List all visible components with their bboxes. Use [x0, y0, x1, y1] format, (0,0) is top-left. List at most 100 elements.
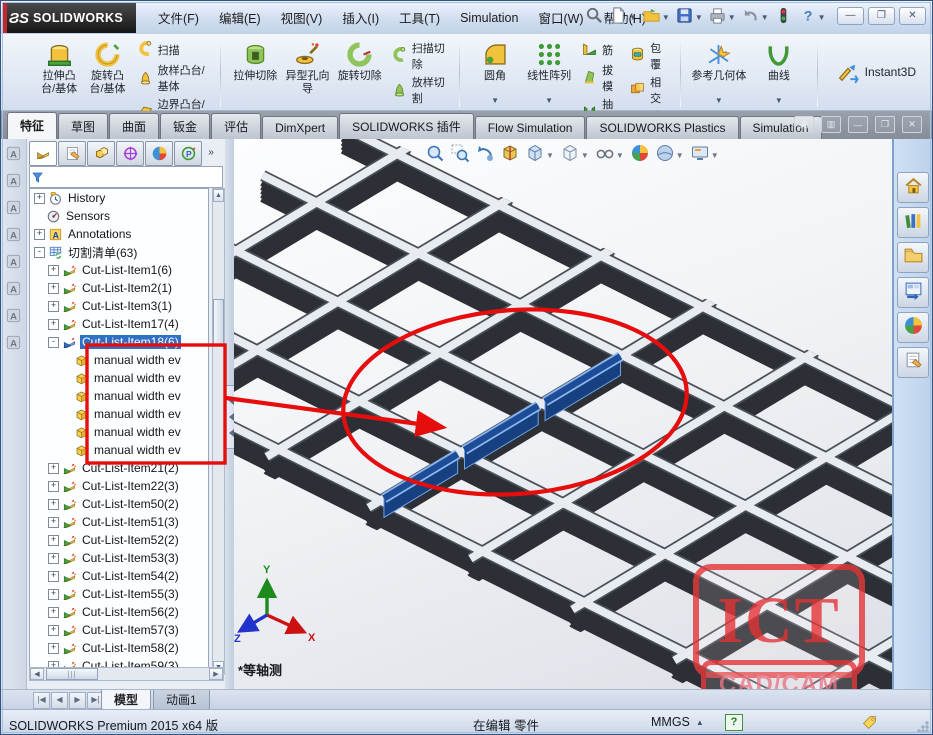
panel-tab-dimxpertmanager[interactable]: [116, 141, 144, 166]
expander-plus[interactable]: +: [34, 229, 45, 240]
note-tool-icon[interactable]: A: [4, 143, 24, 163]
ribbon-button-拉伸切除[interactable]: 拉伸切除: [229, 37, 281, 107]
tree-item-Cut-List-Item3(1)[interactable]: +Cut-List-Item3(1): [30, 297, 208, 315]
tree-vertical-scrollbar[interactable]: ▲ ▼: [212, 188, 225, 675]
lock-tool-icon[interactable]: A: [4, 278, 24, 298]
restore-button[interactable]: ❐: [868, 7, 895, 25]
previous-view-button[interactable]: [474, 142, 496, 169]
tab-DimXpert[interactable]: DimXpert: [262, 116, 338, 139]
ribbon-button-线性阵列[interactable]: 线性阵列▼: [522, 37, 576, 107]
design-library-button[interactable]: [897, 207, 929, 238]
tree-item-Cut-List-Item55(3)[interactable]: +Cut-List-Item55(3): [30, 585, 208, 603]
expander-plus[interactable]: +: [48, 319, 59, 330]
ribbon-button-参考几何体[interactable]: 参考几何体▼: [689, 37, 749, 107]
dropdown-caret-icon[interactable]: ▼: [818, 13, 826, 22]
dropdown-caret-icon[interactable]: ▼: [546, 151, 554, 160]
panel-right-toggle[interactable]: ▥: [821, 116, 841, 133]
scroll-right-arrow[interactable]: ▶: [209, 668, 223, 680]
undo-button[interactable]: ▼: [739, 4, 771, 32]
new-doc-button[interactable]: ▼: [607, 4, 639, 32]
resize-grip[interactable]: [917, 721, 929, 733]
panel-tab-motionmanager[interactable]: P: [174, 141, 202, 166]
ribbon-button-扫描[interactable]: 扫描: [134, 39, 211, 61]
dropdown-caret-icon[interactable]: ▼: [761, 13, 769, 22]
zoom-fit-button[interactable]: [424, 142, 446, 169]
save-button[interactable]: ▼: [673, 4, 705, 32]
dropdown-caret-icon[interactable]: ▼: [581, 151, 589, 160]
selection-filter-button[interactable]: [772, 4, 795, 32]
ribbon-button-圆角[interactable]: 圆角▼: [468, 37, 522, 107]
tree-item-Cut-List-Item58(2)[interactable]: +Cut-List-Item58(2): [30, 639, 208, 657]
dropdown-caret-icon[interactable]: ▼: [695, 13, 703, 22]
model-tab-动画1[interactable]: 动画1: [153, 690, 210, 711]
tab-钣金[interactable]: 钣金: [160, 113, 210, 139]
custom-properties-button[interactable]: [897, 347, 929, 378]
scroll-left-arrow[interactable]: ◀: [30, 668, 44, 680]
expander-plus[interactable]: +: [48, 589, 59, 600]
graphics-viewport[interactable]: ▼▼▼▼▼ Y X Z *等轴测 ICT CAD/CAM: [234, 139, 896, 689]
doc-restore-button[interactable]: ❐: [875, 116, 895, 133]
annotation-set-icon[interactable]: A: [4, 251, 24, 271]
ribbon-button-旋转切除[interactable]: 旋转切除: [334, 37, 386, 107]
tree-item-Cut-List-Item53(3)[interactable]: +Cut-List-Item53(3): [30, 549, 208, 567]
expander-plus[interactable]: +: [48, 535, 59, 546]
panel-tab-configurations[interactable]: [87, 141, 115, 166]
dropdown-caret-icon[interactable]: ▼: [662, 13, 670, 22]
model-tab-模型[interactable]: 模型: [101, 690, 151, 711]
tab-草图[interactable]: 草图: [58, 113, 108, 139]
tree-item-manual width ev[interactable]: manual width ev: [30, 405, 208, 423]
expander-plus[interactable]: +: [48, 571, 59, 582]
ribbon-button-扫描切除[interactable]: 扫描切除: [388, 39, 449, 73]
tree-item-manual width ev[interactable]: manual width ev: [30, 423, 208, 441]
tab-SOLIDWORKS 插件[interactable]: SOLIDWORKS 插件: [339, 113, 474, 139]
expander-minus[interactable]: -: [48, 337, 59, 348]
filter-input[interactable]: [48, 168, 222, 186]
tree-item-Cut-List-Item17(4)[interactable]: +Cut-List-Item17(4): [30, 315, 208, 333]
expander-plus[interactable]: +: [48, 553, 59, 564]
dropdown-caret-icon[interactable]: ▼: [711, 151, 719, 160]
tab-Flow Simulation[interactable]: Flow Simulation: [475, 116, 586, 139]
expander-minus[interactable]: -: [34, 247, 45, 258]
ribbon-button-拉伸凸台/基体[interactable]: 拉伸凸台/基体: [35, 37, 83, 107]
doc-close-button[interactable]: ✕: [902, 116, 922, 133]
open-note-icon[interactable]: A: [4, 197, 24, 217]
ribbon-button-放样凸台/基体[interactable]: 放样凸台/基体: [134, 61, 211, 95]
expander-plus[interactable]: +: [48, 481, 59, 492]
print-button[interactable]: ▼: [706, 4, 738, 32]
tree-item-切割清单(63)[interactable]: -切割清单(63): [30, 243, 208, 261]
zoom-area-button[interactable]: [449, 142, 471, 169]
tree-item-Cut-List-Item18(6)[interactable]: -Cut-List-Item18(6): [30, 333, 208, 351]
expander-plus[interactable]: +: [48, 283, 59, 294]
tree-item-Cut-List-Item21(2)[interactable]: +Cut-List-Item21(2): [30, 459, 208, 477]
menu-item-插入(I)[interactable]: 插入(I): [333, 4, 388, 31]
ribbon-button-相交[interactable]: 相交: [626, 73, 670, 107]
ribbon-button-拔模[interactable]: 拔模: [578, 61, 622, 95]
ribbon-button-Instant3D[interactable]: Instant3D: [826, 37, 926, 107]
ribbon-button-旋转凸台/基体[interactable]: 旋转凸台/基体: [83, 37, 131, 107]
tree-item-Cut-List-Item57(3)[interactable]: +Cut-List-Item57(3): [30, 621, 208, 639]
tree-item-Annotations[interactable]: +AAnnotations: [30, 225, 208, 243]
ribbon-button-筋[interactable]: 筋: [578, 39, 622, 61]
hscroll-thumb[interactable]: |||: [46, 668, 98, 680]
dropdown-caret-icon[interactable]: ▼: [676, 151, 684, 160]
appearances-button[interactable]: [897, 312, 929, 343]
menu-item-Simulation[interactable]: Simulation: [451, 7, 527, 29]
tree-item-Cut-List-Item1(6)[interactable]: +Cut-List-Item1(6): [30, 261, 208, 279]
expander-plus[interactable]: +: [48, 301, 59, 312]
tree-item-manual width ev[interactable]: manual width ev: [30, 387, 208, 405]
tree-item-manual width ev[interactable]: manual width ev: [30, 369, 208, 387]
tree-item-Cut-List-Item56(2)[interactable]: +Cut-List-Item56(2): [30, 603, 208, 621]
dropdown-caret-icon[interactable]: ▼: [616, 151, 624, 160]
dropdown-caret-icon[interactable]: ▼: [715, 96, 723, 105]
dropdown-caret-icon[interactable]: ▼: [629, 13, 637, 22]
tree-item-manual width ev[interactable]: manual width ev: [30, 351, 208, 369]
units-dropdown[interactable]: MMGS▲: [651, 715, 704, 729]
ribbon-button-放样切割[interactable]: 放样切割: [388, 73, 449, 107]
doc-minimize-button[interactable]: —: [848, 116, 868, 133]
menu-item-工具(T)[interactable]: 工具(T): [390, 4, 449, 31]
tab-SOLIDWORKS Plastics[interactable]: SOLIDWORKS Plastics: [586, 116, 738, 139]
expander-plus[interactable]: +: [48, 625, 59, 636]
tree-item-Sensors[interactable]: Sensors: [30, 207, 208, 225]
panel-left-toggle[interactable]: ▣: [794, 116, 814, 133]
dropdown-caret-icon[interactable]: ▼: [491, 96, 499, 105]
